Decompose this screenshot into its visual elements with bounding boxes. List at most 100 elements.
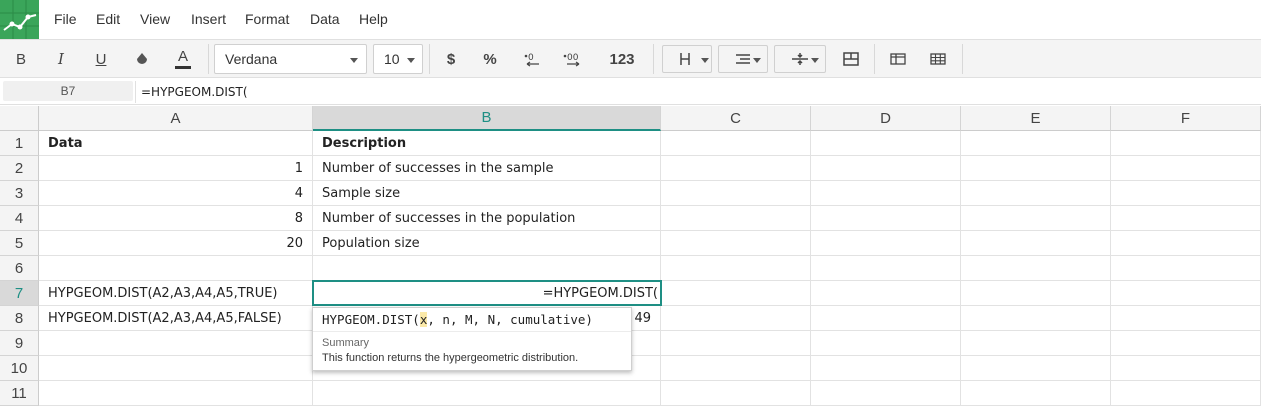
cell-a6[interactable] <box>39 256 313 281</box>
cell-e9[interactable] <box>961 331 1111 356</box>
cell-d4[interactable] <box>811 206 961 231</box>
cell-a5[interactable]: 20 <box>39 231 313 256</box>
bold-button[interactable]: B <box>6 45 36 73</box>
column-header-f[interactable]: F <box>1111 106 1261 131</box>
cell-f5[interactable] <box>1111 231 1261 256</box>
cell-c4[interactable] <box>661 206 811 231</box>
column-header-e[interactable]: E <box>961 106 1111 131</box>
app-logo-icon[interactable] <box>0 0 39 39</box>
cell-b5[interactable]: Population size <box>313 231 661 256</box>
cell-e11[interactable] <box>961 381 1111 406</box>
column-header-d[interactable]: D <box>811 106 961 131</box>
cell-a8[interactable]: HYPGEOM.DIST(A2,A3,A4,A5,FALSE) <box>39 306 313 331</box>
cell-e1[interactable] <box>961 131 1111 156</box>
row-header-9[interactable]: 9 <box>0 331 39 356</box>
font-family-select[interactable]: Verdana <box>214 44 367 74</box>
cell-b4[interactable]: Number of successes in the population <box>313 206 661 231</box>
cell-c3[interactable] <box>661 181 811 206</box>
cell-c9[interactable] <box>661 331 811 356</box>
cell-b7-editor[interactable]: =HYPGEOM.DIST( <box>312 280 662 306</box>
cell-f8[interactable] <box>1111 306 1261 331</box>
cell-d9[interactable] <box>811 331 961 356</box>
cell-c1[interactable] <box>661 131 811 156</box>
merge-cells-icon[interactable] <box>836 45 866 73</box>
vertical-align-dropdown[interactable] <box>774 45 826 73</box>
cell-e5[interactable] <box>961 231 1111 256</box>
cell-d3[interactable] <box>811 181 961 206</box>
cell-a3[interactable]: 4 <box>39 181 313 206</box>
cell-e7[interactable] <box>961 281 1111 306</box>
italic-button[interactable]: I <box>46 45 76 73</box>
row-header-11[interactable]: 11 <box>0 381 39 406</box>
cell-a7[interactable]: HYPGEOM.DIST(A2,A3,A4,A5,TRUE) <box>39 281 313 306</box>
cell-c6[interactable] <box>661 256 811 281</box>
cell-d8[interactable] <box>811 306 961 331</box>
cell-c5[interactable] <box>661 231 811 256</box>
row-header-4[interactable]: 4 <box>0 206 39 231</box>
cell-d1[interactable] <box>811 131 961 156</box>
cell-f11[interactable] <box>1111 381 1261 406</box>
cell-f4[interactable] <box>1111 206 1261 231</box>
cell-d2[interactable] <box>811 156 961 181</box>
menu-insert[interactable]: Insert <box>191 11 226 27</box>
column-header-c[interactable]: C <box>661 106 811 131</box>
cell-b6[interactable] <box>313 256 661 281</box>
increase-decimals-button[interactable]: 00 <box>557 45 589 73</box>
cell-f1[interactable] <box>1111 131 1261 156</box>
cell-a9[interactable] <box>39 331 313 356</box>
cell-f7[interactable] <box>1111 281 1261 306</box>
cell-d10[interactable] <box>811 356 961 381</box>
cell-f10[interactable] <box>1111 356 1261 381</box>
cell-f6[interactable] <box>1111 256 1261 281</box>
row-header-10[interactable]: 10 <box>0 356 39 381</box>
cell-a10[interactable] <box>39 356 313 381</box>
cell-e8[interactable] <box>961 306 1111 331</box>
cell-e3[interactable] <box>961 181 1111 206</box>
column-header-a[interactable]: A <box>39 106 313 131</box>
function-signature[interactable]: HYPGEOM.DIST(x, n, M, N, cumulative) <box>322 312 593 327</box>
number-format-button[interactable]: 123 <box>600 45 644 73</box>
cell-reference-box[interactable]: B7 <box>3 81 133 101</box>
cell-f9[interactable] <box>1111 331 1261 356</box>
cell-e6[interactable] <box>961 256 1111 281</box>
horizontal-align-dropdown[interactable] <box>718 45 768 73</box>
cell-c7[interactable] <box>661 281 811 306</box>
borders-dropdown[interactable] <box>662 45 712 73</box>
row-header-5[interactable]: 5 <box>0 231 39 256</box>
cell-a11[interactable] <box>39 381 313 406</box>
font-size-select[interactable]: 10 <box>373 44 423 74</box>
menu-edit[interactable]: Edit <box>96 11 120 27</box>
cell-e10[interactable] <box>961 356 1111 381</box>
cell-b2[interactable]: Number of successes in the sample <box>313 156 661 181</box>
cell-a2[interactable]: 1 <box>39 156 313 181</box>
underline-button[interactable]: U <box>86 45 116 73</box>
currency-format-button[interactable]: $ <box>436 45 466 73</box>
row-header-1[interactable]: 1 <box>0 131 39 156</box>
menu-file[interactable]: File <box>54 11 77 27</box>
percent-format-button[interactable]: % <box>475 45 505 73</box>
row-header-7[interactable]: 7 <box>0 281 39 306</box>
cell-f3[interactable] <box>1111 181 1261 206</box>
column-header-b[interactable]: B <box>313 106 661 131</box>
menu-help[interactable]: Help <box>359 11 388 27</box>
cell-d6[interactable] <box>811 256 961 281</box>
cell-d11[interactable] <box>811 381 961 406</box>
cell-b1[interactable]: Description <box>313 131 661 156</box>
row-header-3[interactable]: 3 <box>0 181 39 206</box>
menu-format[interactable]: Format <box>245 11 289 27</box>
row-header-8[interactable]: 8 <box>0 306 39 331</box>
decrease-decimals-button[interactable]: 0 <box>516 45 548 73</box>
fill-color-icon[interactable] <box>127 45 157 73</box>
cell-d7[interactable] <box>811 281 961 306</box>
cell-e4[interactable] <box>961 206 1111 231</box>
cell-c11[interactable] <box>661 381 811 406</box>
cell-c10[interactable] <box>661 356 811 381</box>
cell-f2[interactable] <box>1111 156 1261 181</box>
cell-d5[interactable] <box>811 231 961 256</box>
menu-view[interactable]: View <box>140 11 170 27</box>
menu-data[interactable]: Data <box>310 11 340 27</box>
freeze-rows-icon[interactable] <box>883 45 913 73</box>
row-header-2[interactable]: 2 <box>0 156 39 181</box>
cell-e2[interactable] <box>961 156 1111 181</box>
row-header-6[interactable]: 6 <box>0 256 39 281</box>
